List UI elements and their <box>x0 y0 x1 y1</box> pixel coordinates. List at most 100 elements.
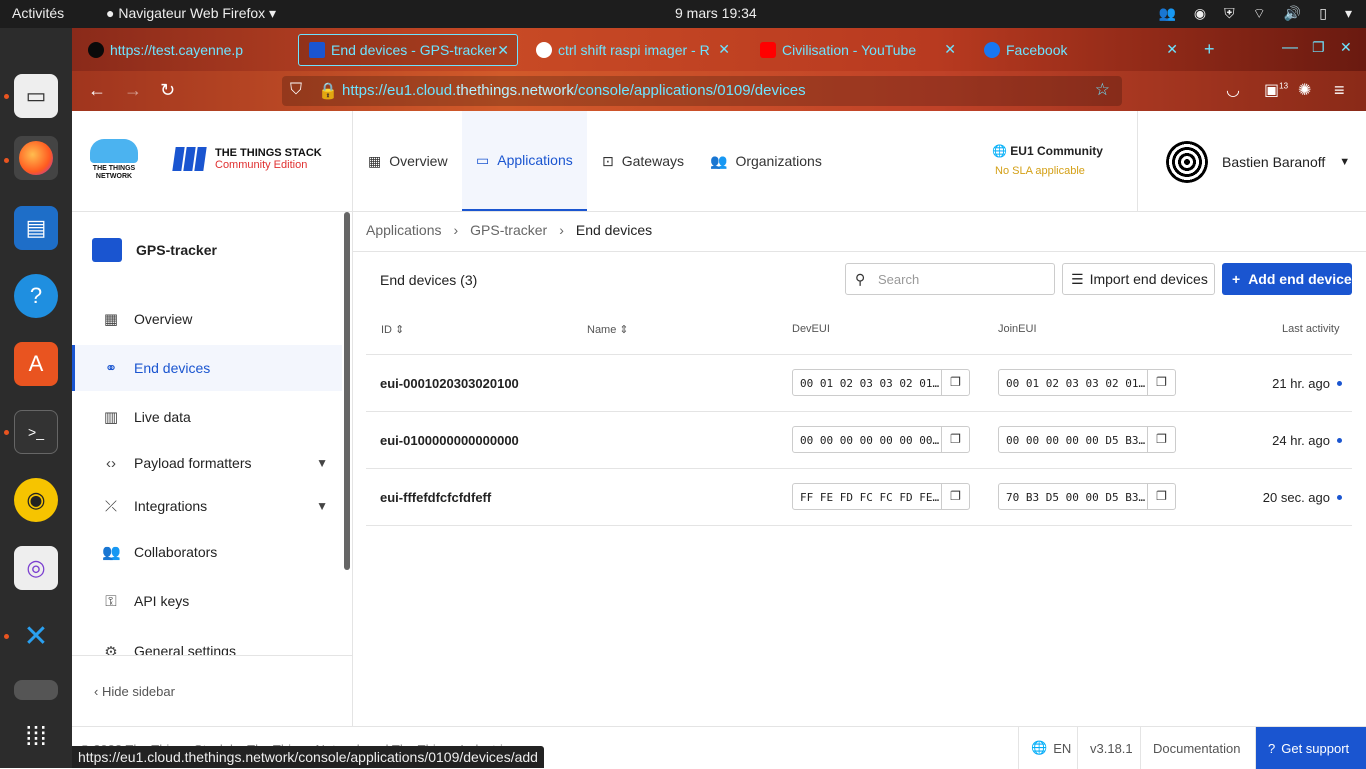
browser-tab[interactable]: Civilisation - YouTube ✕ <box>750 34 964 66</box>
close-tab-icon[interactable]: ✕ <box>1166 41 1178 58</box>
browser-tab[interactable]: ctrl shift raspi imager - R ✕ <box>526 34 738 66</box>
lock-icon[interactable]: 🔒 <box>318 81 338 101</box>
copy-icon[interactable]: ❐ <box>941 484 969 509</box>
battery-icon[interactable]: ▯ <box>1319 5 1327 23</box>
power-menu-icon[interactable]: ▾ <box>1345 5 1352 23</box>
sidebar-item-payload-formatters[interactable]: ‹› Payload formatters ▼ <box>72 440 342 486</box>
browser-tab-active[interactable]: End devices - GPS-tracker ✕ <box>298 34 518 66</box>
nav-gateways[interactable]: ⊡ Gateways <box>588 111 698 211</box>
divider <box>352 111 353 211</box>
shield-icon[interactable]: ⛨ <box>1224 5 1235 23</box>
reload-icon[interactable]: ↻ <box>160 80 175 101</box>
sidebar-item-end-devices[interactable]: ⚭ End devices <box>72 345 342 391</box>
close-window-icon[interactable]: ✕ <box>1340 39 1352 56</box>
main-content: Applications › GPS-tracker › End devices E… <box>353 212 1366 726</box>
back-icon[interactable]: ← <box>88 80 106 101</box>
search-placeholder: Search <box>878 272 920 287</box>
running-indicator <box>4 94 9 99</box>
clock[interactable]: 9 mars 19:34 <box>675 5 757 21</box>
sidebar-item-overview[interactable]: ▦ Overview <box>72 296 342 342</box>
files-icon[interactable]: ▭ <box>14 74 58 118</box>
hide-sidebar-button[interactable]: ‹ Hide sidebar <box>72 655 352 726</box>
nav-label: Applications <box>497 152 573 168</box>
system-tray[interactable]: 👥 ◉ ⛨ ⌔ 🔊 ▯ ▾ <box>1158 5 1352 23</box>
menu-icon[interactable]: ≡ <box>1334 80 1345 101</box>
sidebar-item-label: Overview <box>134 311 193 327</box>
users-icon[interactable]: 👥 <box>1158 5 1175 23</box>
nav-overview[interactable]: ▦ Overview <box>354 111 462 211</box>
integrations-icon: ⤫ <box>104 497 117 515</box>
sort-icon: ⇕ <box>395 324 405 336</box>
minimize-icon[interactable]: — <box>1282 39 1298 57</box>
sidebar-item-integrations[interactable]: ⤫ Integrations ▼ <box>72 483 342 529</box>
column-header-name[interactable]: Name ⇕ <box>587 323 629 336</box>
sidebar-item-collaborators[interactable]: 👥 Collaborators <box>72 529 342 575</box>
cluster-info[interactable]: 🌐 EU1 Community No SLA applicable <box>992 144 1103 177</box>
sidebar-app-header: GPS-tracker <box>92 238 217 262</box>
sidebar-item-label: End devices <box>134 360 211 376</box>
user-menu[interactable]: Bastien Baranoff ▼ <box>1166 141 1350 183</box>
drive-icon[interactable] <box>14 680 58 700</box>
activities-button[interactable]: Activités <box>12 5 64 21</box>
wifi-icon[interactable]: ⌔ <box>1253 5 1266 23</box>
get-support-button[interactable]: ? Get support <box>1255 727 1366 769</box>
column-header-id[interactable]: ID ⇕ <box>381 323 404 336</box>
webcam-icon[interactable]: ◎ <box>14 546 58 590</box>
app-menu[interactable]: ● Navigateur Web Firefox ▾ <box>106 5 276 22</box>
chevron-right-icon: › <box>453 222 459 238</box>
browser-tab[interactable]: Facebook ✕ <box>974 34 1186 66</box>
divider <box>366 525 1352 526</box>
import-end-devices-button[interactable]: ☰ Import end devices <box>1062 263 1215 295</box>
pocket-icon[interactable]: ◡ <box>1226 80 1240 100</box>
url-bar[interactable]: ⛉ 🔒 https://eu1.cloud.thethings.network/… <box>282 76 1122 106</box>
copy-icon[interactable]: ❐ <box>1147 484 1175 509</box>
libreoffice-writer-icon[interactable]: ▤ <box>14 206 58 250</box>
the-things-stack-logo[interactable]: THE THINGS STACK Community Edition <box>172 147 322 171</box>
last-activity: 20 sec. ago <box>1262 490 1330 505</box>
breadcrumb-applications[interactable]: Applications <box>366 222 442 238</box>
dock: ▭ ▤ ? A >_ ◉ ◎ ✕ ⁞⁞⁞ <box>0 28 72 768</box>
discord-icon[interactable]: ◉ <box>1194 5 1206 23</box>
tracking-shield-icon[interactable]: ⛉ <box>290 81 302 99</box>
table-row[interactable]: eui-0100000000000000 00 00 00 00 00 00 0… <box>366 412 1352 468</box>
extension-icon[interactable]: ▣13 <box>1264 80 1288 100</box>
firefox-icon[interactable] <box>14 136 58 180</box>
terminal-icon[interactable]: >_ <box>14 410 58 454</box>
software-center-icon[interactable]: A <box>14 342 58 386</box>
breadcrumb-current: End devices <box>575 222 653 238</box>
sidebar-scrollbar[interactable] <box>344 212 350 570</box>
breadcrumb-app[interactable]: GPS-tracker <box>470 222 547 238</box>
table-row[interactable]: eui-fffefdfcfcfdfeff FF FE FD FC FC FD F… <box>366 469 1352 525</box>
close-tab-icon[interactable]: ✕ <box>497 42 509 59</box>
nav-applications[interactable]: ▭ Applications <box>462 111 587 211</box>
vscode-icon[interactable]: ✕ <box>14 614 58 658</box>
copy-icon[interactable]: ❐ <box>1147 370 1175 395</box>
volume-icon[interactable]: 🔊 <box>1284 5 1301 23</box>
rhythmbox-icon[interactable]: ◉ <box>14 478 58 522</box>
language-selector[interactable]: 🌐 EN <box>1018 727 1083 769</box>
maximize-icon[interactable]: ❐ <box>1312 39 1325 56</box>
help-icon[interactable]: ? <box>14 274 58 318</box>
new-tab-icon[interactable]: + <box>1204 39 1215 60</box>
copy-icon[interactable]: ❐ <box>1147 427 1175 452</box>
add-end-device-button[interactable]: + Add end device <box>1222 263 1352 295</box>
close-tab-icon[interactable]: ✕ <box>718 41 730 58</box>
documentation-link[interactable]: Documentation <box>1140 727 1252 769</box>
running-indicator <box>4 158 9 163</box>
sidebar-item-api-keys[interactable]: ⚿ API keys <box>72 578 342 624</box>
sidebar-item-general-settings[interactable]: ⚙ General settings <box>72 627 342 655</box>
copy-icon[interactable]: ❐ <box>941 370 969 395</box>
show-apps-icon[interactable]: ⁞⁞⁞ <box>14 714 58 758</box>
ttn-logo[interactable]: THE THINGS NETWORK <box>90 139 138 183</box>
github-extension-icon[interactable]: ✺ <box>1298 80 1311 100</box>
close-tab-icon[interactable]: ✕ <box>944 41 956 58</box>
sidebar-item-live-data[interactable]: ▥ Live data <box>72 394 342 440</box>
copy-icon[interactable]: ❐ <box>941 427 969 452</box>
forward-icon[interactable]: → <box>124 80 142 101</box>
nav-organizations[interactable]: 👥 Organizations <box>696 111 836 211</box>
table-row[interactable]: eui-0001020303020100 00 01 02 03 03 02 0… <box>366 355 1352 411</box>
browser-tab[interactable]: https://test.cayenne.p <box>78 34 288 66</box>
bookmark-star-icon[interactable]: ☆ <box>1095 80 1110 100</box>
joineui-value: 00 00 00 00 00 D5 B3… <box>1006 434 1146 447</box>
search-input[interactable]: ⚲ Search <box>845 263 1055 295</box>
